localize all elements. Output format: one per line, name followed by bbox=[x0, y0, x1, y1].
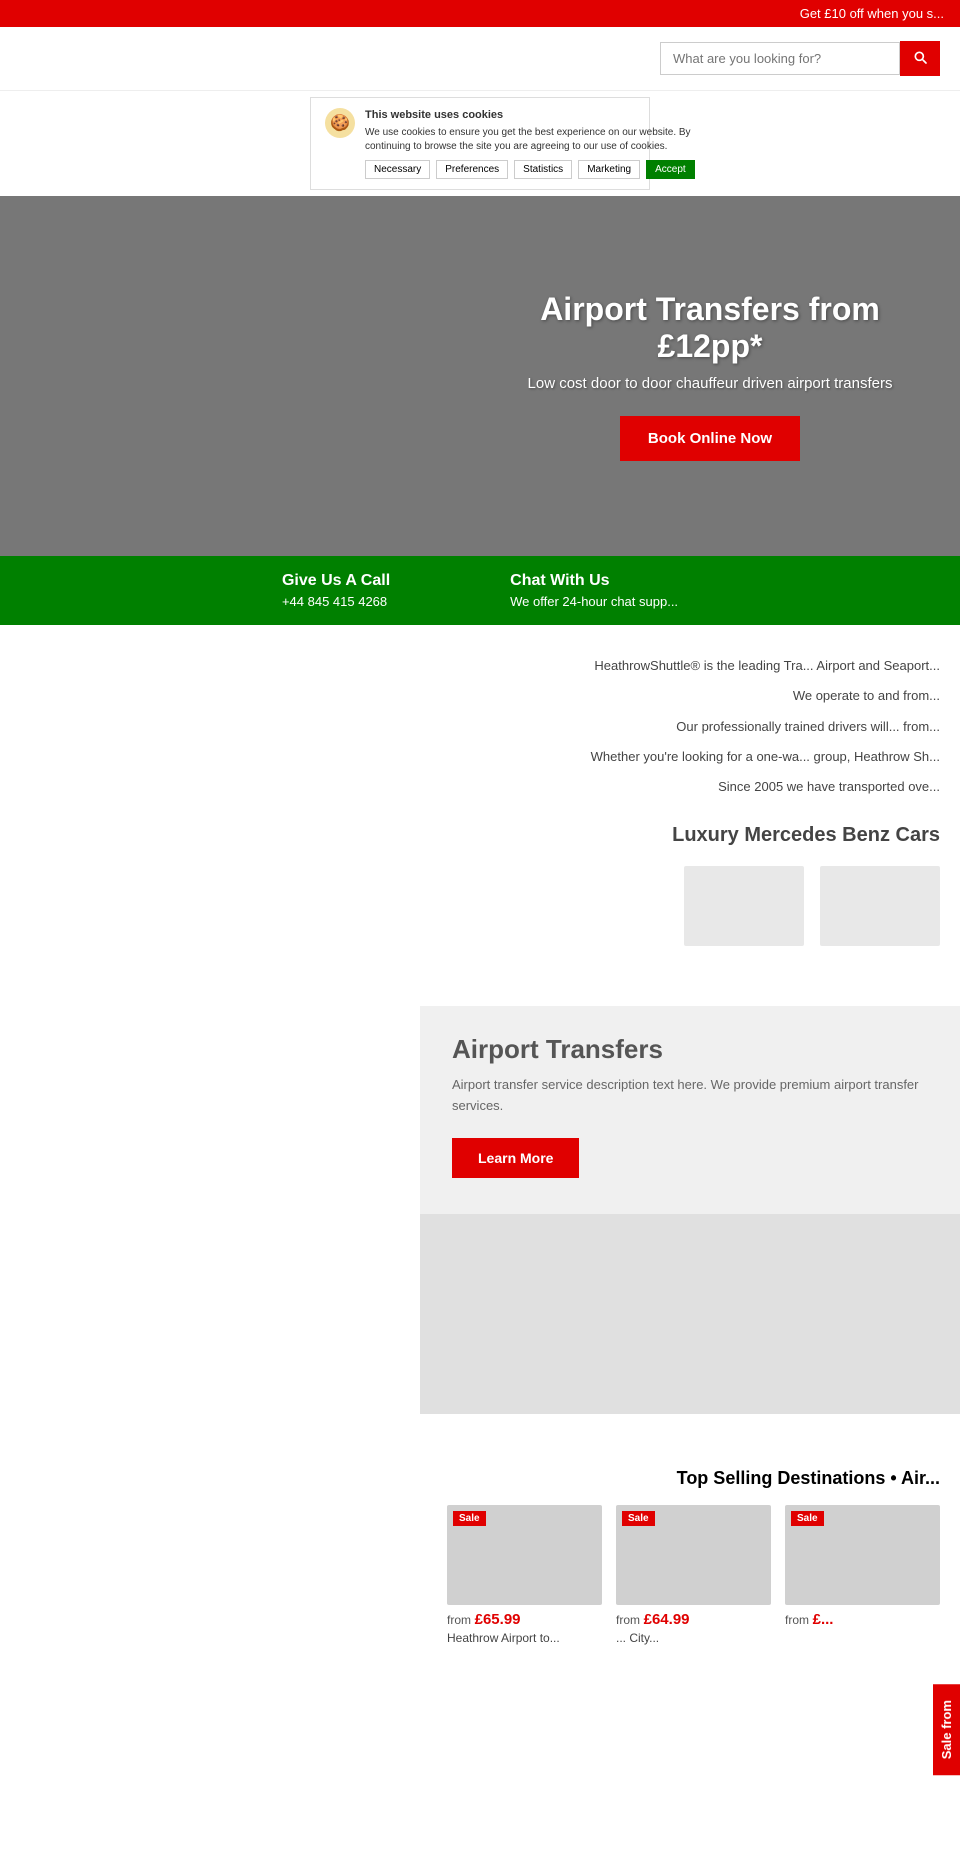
about-left bbox=[40, 655, 388, 945]
dest-img-1: Sale bbox=[447, 1505, 602, 1605]
about-right: HeathrowShuttle® is the leading Tra... A… bbox=[418, 655, 940, 945]
dest-price-3: from £... bbox=[785, 1611, 940, 1628]
dest-card-2: Sale from £64.99 ... City... bbox=[616, 1505, 771, 1645]
green-bar: Give Us A Call +44 845 415 4268 Chat Wit… bbox=[0, 556, 960, 625]
cookie-marketing-btn[interactable]: Marketing bbox=[578, 160, 640, 179]
hero-content: Airport Transfers from £12pp* Low cost d… bbox=[500, 291, 920, 461]
learn-more-button[interactable]: Learn More bbox=[452, 1138, 579, 1178]
header bbox=[0, 27, 960, 91]
cookie-notice: 🍪 This website uses cookies We use cooki… bbox=[310, 97, 650, 190]
about-line-1: HeathrowShuttle® is the leading Tra... A… bbox=[418, 655, 940, 677]
sale-badge-2: Sale bbox=[622, 1511, 655, 1526]
cookie-body: We use cookies to ensure you get the bes… bbox=[365, 126, 695, 154]
cars-title: Luxury Mercedes Benz Cars bbox=[418, 818, 940, 852]
about-line-2: We operate to and from... bbox=[418, 685, 940, 707]
dest-img-2: Sale bbox=[616, 1505, 771, 1605]
chat-us-item: Chat With Us We offer 24-hour chat supp.… bbox=[510, 572, 678, 609]
sale-badge-3: Sale bbox=[791, 1511, 824, 1526]
search-icon bbox=[912, 49, 928, 65]
sale-badge-1: Sale bbox=[453, 1511, 486, 1526]
dest-card-3: Sale from £... bbox=[785, 1505, 940, 1645]
service-card: Airport Transfers Airport transfer servi… bbox=[420, 1006, 960, 1215]
car-thumb-2 bbox=[820, 866, 940, 946]
destinations-section: Top Selling Destinations • Air... Sale f… bbox=[0, 1444, 960, 1669]
chat-heading: Chat With Us bbox=[510, 572, 678, 590]
dest-img-3: Sale bbox=[785, 1505, 940, 1605]
book-online-button[interactable]: Book Online Now bbox=[620, 416, 800, 461]
sale-sidebar[interactable]: Sale from bbox=[933, 1684, 960, 1775]
about-line-3: Our professionally trained drivers will.… bbox=[418, 716, 940, 738]
search-input[interactable] bbox=[660, 42, 900, 75]
dest-price-1: from £65.99 bbox=[447, 1611, 602, 1628]
cookie-title: This website uses cookies bbox=[365, 108, 695, 123]
about-line-5: Since 2005 we have transported ove... bbox=[418, 776, 940, 798]
dest-name-2: ... City... bbox=[616, 1631, 771, 1645]
dest-name-1: Heathrow Airport to... bbox=[447, 1631, 602, 1645]
hero-section: Airport Transfers from £12pp* Low cost d… bbox=[0, 196, 960, 556]
service-card-title: Airport Transfers bbox=[452, 1034, 928, 1065]
top-banner: Get £10 off when you s... bbox=[0, 0, 960, 27]
car-thumbnails bbox=[418, 866, 940, 946]
call-phone[interactable]: +44 845 415 4268 bbox=[282, 594, 390, 609]
top-banner-text: Get £10 off when you s... bbox=[800, 6, 944, 21]
services-section: Airport Transfers Airport transfer servi… bbox=[0, 976, 960, 1445]
car-thumb-1 bbox=[684, 866, 804, 946]
cookie-icon: 🍪 bbox=[325, 108, 355, 138]
destinations-cards: Sale from £65.99 Heathrow Airport to... … bbox=[20, 1505, 940, 1645]
search-bar bbox=[660, 41, 940, 76]
about-line-4: Whether you're looking for a one-wa... g… bbox=[418, 746, 940, 768]
hero-title: Airport Transfers from £12pp* bbox=[500, 291, 920, 365]
cookie-statistics-btn[interactable]: Statistics bbox=[514, 160, 572, 179]
call-us-item: Give Us A Call +44 845 415 4268 bbox=[282, 572, 390, 609]
service-card-desc: Airport transfer service description tex… bbox=[452, 1075, 928, 1117]
hero-subtitle: Low cost door to door chauffeur driven a… bbox=[500, 375, 920, 392]
dest-price-2: from £64.99 bbox=[616, 1611, 771, 1628]
dest-card-1: Sale from £65.99 Heathrow Airport to... bbox=[447, 1505, 602, 1645]
destinations-title: Top Selling Destinations • Air... bbox=[20, 1468, 940, 1489]
search-button[interactable] bbox=[900, 41, 940, 76]
about-section: HeathrowShuttle® is the leading Tra... A… bbox=[0, 625, 960, 975]
cookie-necessary-btn[interactable]: Necessary bbox=[365, 160, 430, 179]
cookie-accept-btn[interactable]: Accept bbox=[646, 160, 695, 179]
cookie-preferences-btn[interactable]: Preferences bbox=[436, 160, 508, 179]
call-heading: Give Us A Call bbox=[282, 572, 390, 590]
service-image bbox=[420, 1214, 960, 1414]
chat-desc: We offer 24-hour chat supp... bbox=[510, 594, 678, 609]
